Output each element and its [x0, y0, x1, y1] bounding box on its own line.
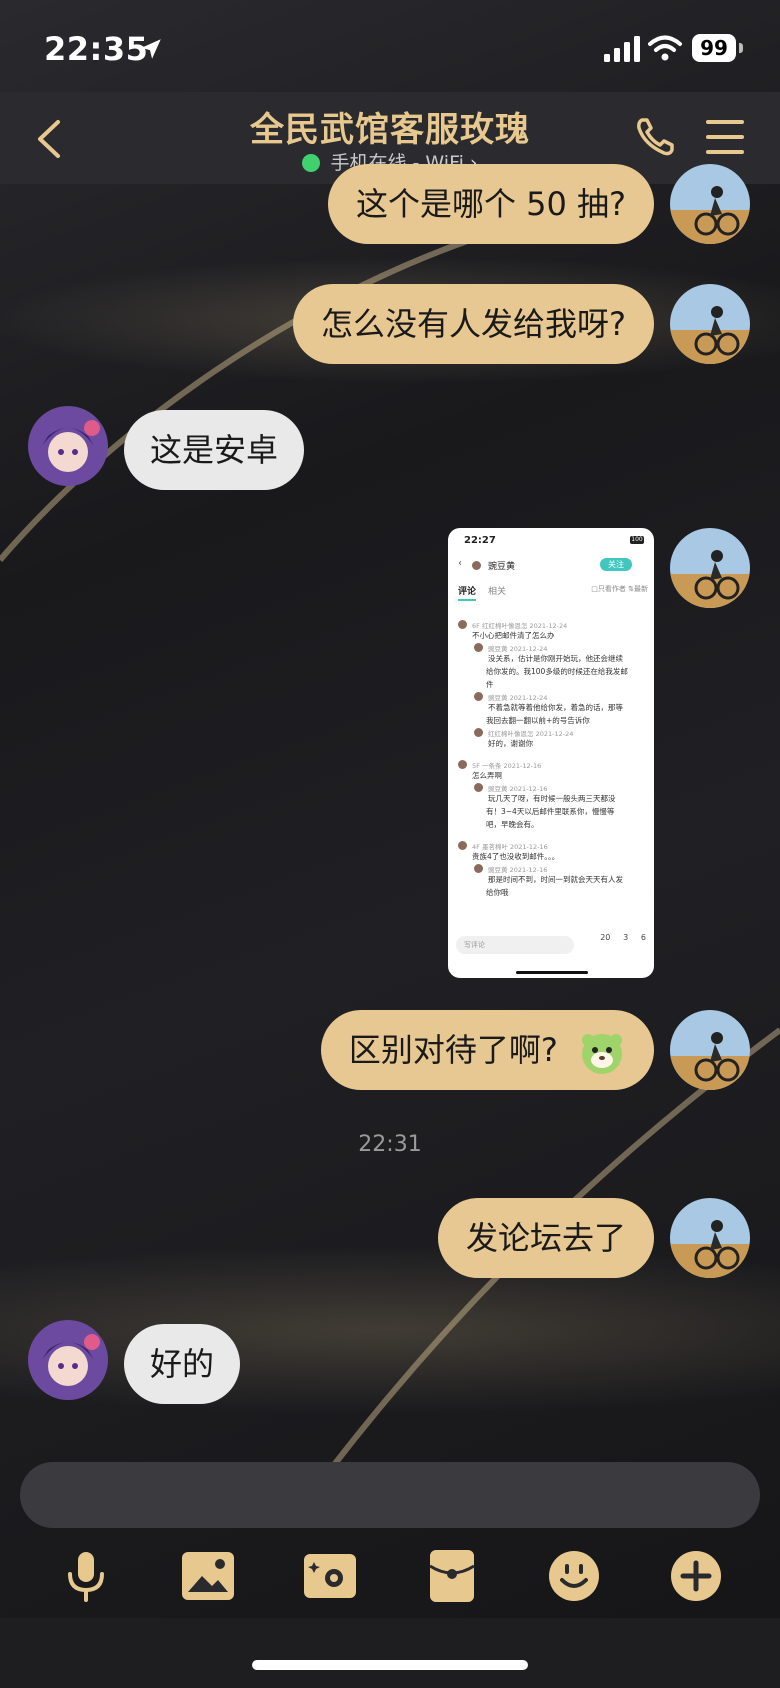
screenshot-header: ‹ 豌豆黄 关注 — [448, 556, 654, 576]
message-text: 区别对待了啊? — [348, 1031, 558, 1069]
avatar-anime-girl[interactable] — [28, 406, 108, 486]
screenshot-comment-meta: 红红棉叶像恩怎 2021-12-24 — [488, 730, 574, 738]
message-text: 发论坛去了 — [465, 1219, 626, 1257]
screenshot-comment-text: 有！3~4天以后邮件里联系你，慢慢等 — [486, 807, 615, 816]
phone-call-icon[interactable] — [634, 116, 676, 158]
screenshot-tabs: 评论 相关 — [458, 584, 507, 601]
screenshot-comment-meta: 4F 墨茗棉叶 2021-12-16 — [472, 843, 548, 851]
avatar-cyclist[interactable] — [670, 528, 750, 608]
bottom-safe-area — [0, 1618, 780, 1688]
screenshot-tab-related: 相关 — [488, 587, 507, 597]
screenshot-commenter-avatar — [458, 620, 467, 629]
screenshot-comment-text: 没关系，估计是你刚开始玩，他还会继续 — [488, 654, 623, 663]
wifi-icon — [648, 35, 682, 61]
message-text: 这是安卓 — [150, 431, 279, 469]
screenshot-back-icon: ‹ — [458, 558, 462, 569]
message-text: 这个是哪个 50 抽? — [355, 185, 626, 223]
avatar-cyclist[interactable] — [670, 164, 750, 244]
message-bubble-right[interactable]: 这个是哪个 50 抽? — [327, 164, 654, 244]
camera-icon[interactable] — [302, 1548, 358, 1604]
status-time: 22:35 — [44, 30, 149, 68]
message-input[interactable] — [20, 1462, 760, 1528]
status-bar: 22:35 99 — [0, 0, 780, 92]
screenshot-comment-text: 件 — [486, 680, 494, 689]
screenshot-comment-text: 不着急就等着他给你发，着急的话，那等 — [488, 703, 623, 712]
screenshot-filter-latest: 最新 — [634, 585, 648, 593]
avatar-cyclist[interactable] — [670, 1010, 750, 1090]
screenshot-comment-meta: 豌豆黄 2021-12-16 — [488, 866, 548, 874]
screenshot-count-comments: 20 — [600, 933, 611, 942]
screenshot-home-indicator — [516, 971, 588, 974]
screenshot-count-likes: 6 — [640, 933, 646, 942]
screenshot-commenter-avatar — [474, 728, 483, 737]
message-bubble-left[interactable]: 好的 — [124, 1324, 241, 1404]
screenshot-comment-meta: 豌豆黄 2021-12-24 — [488, 694, 548, 702]
message-text: 怎么没有人发给我呀? — [321, 305, 626, 343]
screenshot-filters: □只看作者 ⇅最新 — [591, 585, 648, 593]
screenshot-tab-comments: 评论 — [458, 587, 477, 601]
chat-timestamp: 22:31 — [358, 1132, 422, 1157]
screenshot-comment-meta: 豌豆黄 2021-12-16 — [488, 785, 548, 793]
screenshot-commenter-avatar — [474, 783, 483, 792]
avatar-cyclist[interactable] — [670, 1198, 750, 1278]
shared-screenshot-image[interactable]: 22:27 100 ‹ 豌豆黄 关注 评论 相关 □只看作者 ⇅最新 6F 红红棉… — [448, 528, 654, 978]
screenshot-comment-text: 好的，谢谢你 — [488, 739, 533, 748]
screenshot-comment-text: 贵族4了也没收到邮件。。。 — [472, 852, 560, 861]
screenshot-filter-author: 只看作者 — [597, 585, 626, 593]
screenshot-commenter-avatar — [474, 692, 483, 701]
home-indicator[interactable] — [252, 1660, 528, 1670]
screenshot-time: 22:27 — [464, 535, 496, 546]
add-plus-icon[interactable] — [668, 1548, 724, 1604]
screenshot-comment-text: 吧，早晚会有。 — [486, 820, 539, 829]
screenshot-comment-text: 给你哦 — [486, 888, 509, 897]
chat-toolbar — [0, 1534, 780, 1614]
screenshot-comment-meta: 6F 红红棉叶像恩怎 2021-12-24 — [472, 622, 568, 630]
screenshot-username: 豌豆黄 — [488, 562, 516, 572]
screenshot-action-icons: 20 3 6 — [600, 933, 646, 942]
cellular-signal-icon — [604, 36, 640, 62]
green-monster-sticker-icon — [582, 1034, 622, 1074]
screenshot-comment-meta: 5F 一条条 2021-12-16 — [472, 762, 542, 770]
screenshot-comment-text: 怎么弄啊 — [472, 771, 502, 780]
screenshot-count-favorites: 3 — [623, 933, 629, 942]
menu-icon[interactable] — [706, 120, 744, 154]
battery-indicator: 99 — [692, 34, 744, 62]
emoji-icon[interactable] — [546, 1548, 602, 1604]
screenshot-commenter-avatar — [458, 760, 467, 769]
online-dot-icon — [302, 154, 321, 172]
message-bubble-left[interactable]: 这是安卓 — [124, 410, 305, 490]
red-packet-icon[interactable] — [424, 1548, 480, 1604]
screenshot-comment-text: 玩几天了呀，有时候一般头两三天都没 — [488, 794, 616, 803]
background-swoosh — [0, 237, 780, 1472]
message-bubble-right[interactable]: 怎么没有人发给我呀? — [293, 284, 654, 364]
screenshot-comment-meta: 豌豆黄 2021-12-24 — [488, 645, 548, 653]
screenshot-comment-text: 那是时间不到，时间一到就会天天有人发 — [488, 875, 623, 884]
screenshot-comment-text: 我回去翻一翻以前+的号告诉你 — [486, 716, 590, 725]
location-arrow-icon — [141, 39, 161, 59]
microphone-icon[interactable] — [58, 1548, 114, 1604]
screenshot-comment-input: 写评论 — [456, 936, 574, 954]
screenshot-comment-text: 不小心把邮件清了怎么办 — [472, 631, 555, 640]
screenshot-commenter-avatar — [458, 841, 467, 850]
screenshot-comment-text: 给你发的。我100多级的时候还在给我发邮 — [486, 667, 628, 676]
avatar-anime-girl[interactable] — [28, 1320, 108, 1400]
avatar-cyclist[interactable] — [670, 284, 750, 364]
message-bubble-right[interactable]: 区别对待了啊? — [320, 1010, 654, 1090]
image-icon[interactable] — [180, 1548, 236, 1604]
screenshot-commenter-avatar — [474, 643, 483, 652]
message-bubble-right[interactable]: 发论坛去了 — [437, 1198, 654, 1278]
battery-level: 99 — [692, 34, 736, 62]
screenshot-commenter-avatar — [474, 864, 483, 873]
screenshot-follow-button: 关注 — [600, 558, 632, 571]
screenshot-battery: 100 — [630, 536, 644, 544]
message-text: 好的 — [150, 1345, 215, 1383]
screenshot-user-avatar — [472, 561, 481, 570]
